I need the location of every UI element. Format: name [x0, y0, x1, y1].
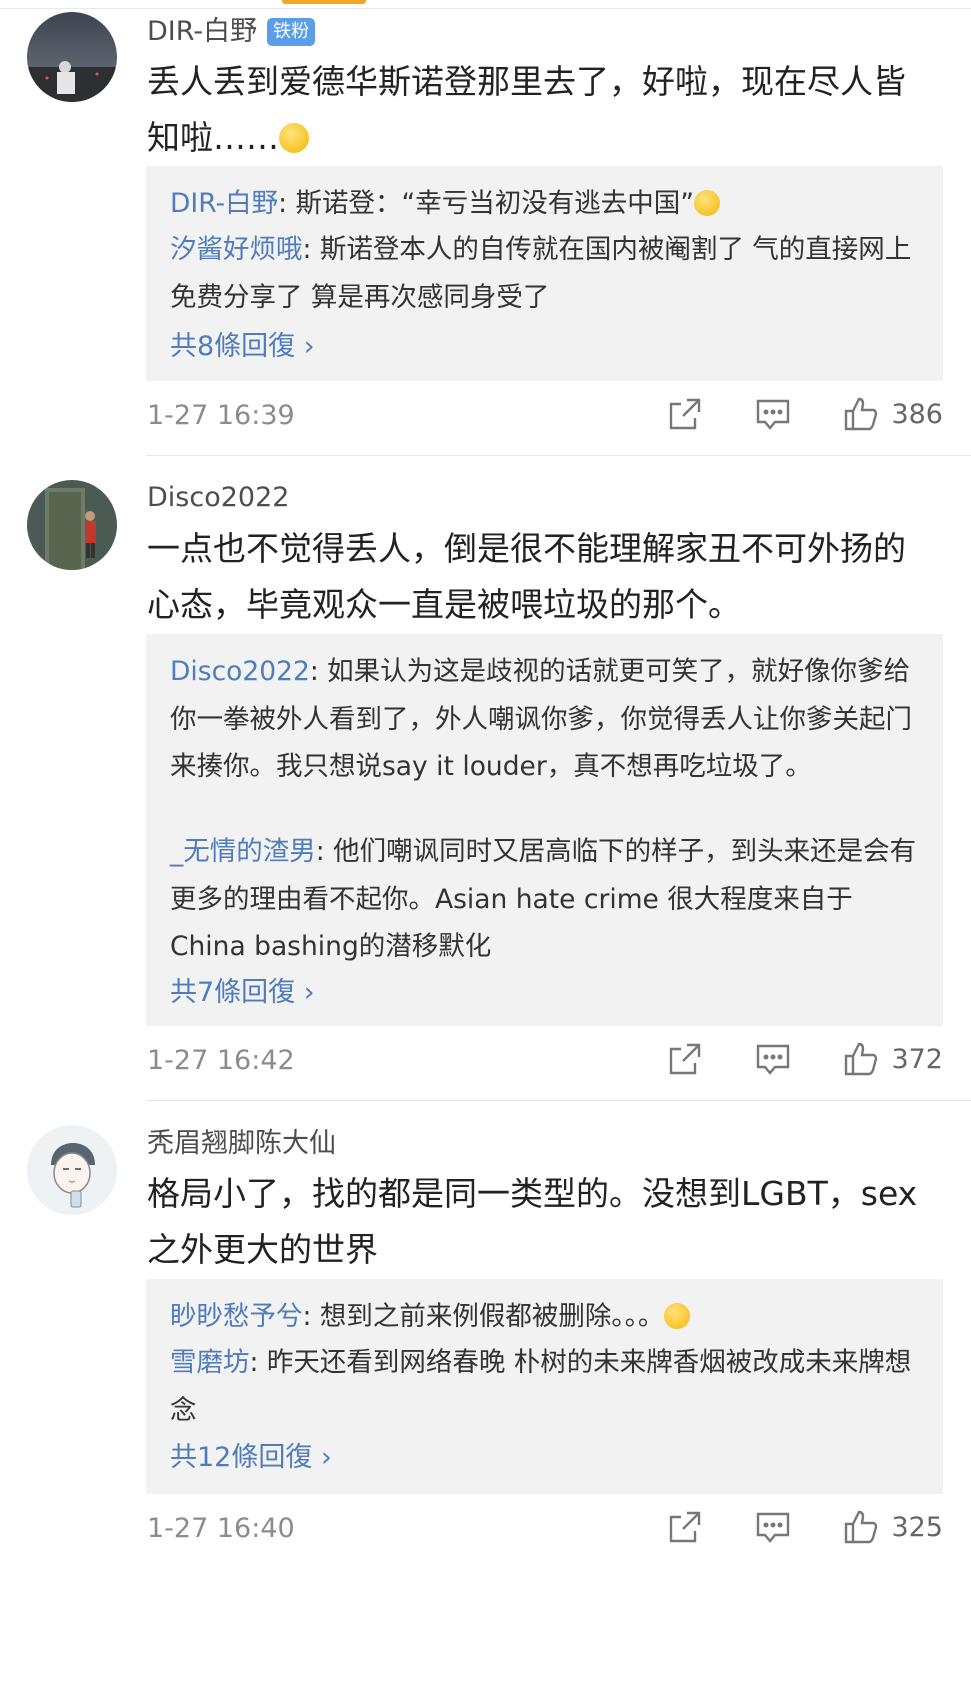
- reply-text: 斯诺登：“幸亏当初没有逃去中国”: [295, 188, 694, 219]
- reply-preview-box[interactable]: Disco2022: 如果认为这是歧视的话就更可笑了，就好像你爹给你一拳被外人看…: [146, 634, 943, 1026]
- reply-text: 昨天还看到网络春晚 朴树的未来牌香烟被改成未来牌想念: [170, 1347, 912, 1426]
- comment-body: 一点也不觉得丢人，倒是很不能理解家丑不可外扬的心态，毕竟观众一直是被喂垃圾的那个…: [147, 529, 906, 624]
- reply-text: 想到之前来例假都被删除。。。: [319, 1301, 665, 1332]
- more-replies-link[interactable]: 共8條回復 ›: [170, 324, 315, 363]
- timestamp: 1-27 16:40: [147, 1513, 295, 1544]
- share-icon[interactable]: [667, 1509, 703, 1545]
- share-icon[interactable]: [667, 1041, 703, 1077]
- top-divider: [0, 8, 971, 9]
- reply-item: 雪磨坊: 昨天还看到网络春晚 朴树的未来牌香烟被改成未来牌想念: [170, 1339, 922, 1434]
- thumbs-up-icon[interactable]: [843, 1041, 879, 1077]
- avatar[interactable]: [27, 12, 117, 102]
- thumbs-up-icon[interactable]: [843, 396, 879, 432]
- more-replies-link[interactable]: 共12條回復 ›: [170, 1435, 332, 1474]
- thumbs-up-icon[interactable]: [843, 1509, 879, 1545]
- like-count: 372: [891, 1043, 943, 1075]
- reply-username[interactable]: _无情的渣男: [170, 836, 316, 867]
- top-accent-bar: [282, 0, 366, 4]
- username-text[interactable]: Disco2022: [147, 482, 289, 513]
- share-icon[interactable]: [667, 396, 703, 432]
- avatar[interactable]: [27, 480, 117, 570]
- comment-divider: [146, 1100, 971, 1101]
- reply-item: 眇眇愁予兮: 想到之前来例假都被删除。。。: [170, 1293, 922, 1341]
- comment-username[interactable]: 秃眉翘脚陈大仙: [147, 1126, 336, 1162]
- reply-separator: :: [309, 656, 328, 687]
- reply-username[interactable]: 眇眇愁予兮: [170, 1301, 303, 1332]
- reply-item: DIR-白野: 斯诺登：“幸亏当初没有逃去中国”: [170, 180, 922, 228]
- like-count: 325: [891, 1511, 943, 1543]
- reply-separator: :: [302, 1301, 320, 1332]
- laugh-cry-emoji-icon: [664, 1303, 691, 1329]
- comment-text: 丢人丢到爱德华斯诺登那里去了，好啦，现在尽人皆知啦……: [147, 54, 922, 166]
- timestamp: 1-27 16:39: [147, 400, 295, 431]
- comment-text: 格局小了，找的都是同一类型的。没想到LGBT，sex之外更大的世界: [147, 1166, 922, 1278]
- reply-username[interactable]: DIR-白野: [170, 188, 278, 219]
- reply-item: _无情的渣男: 他们嘲讽同时又居高临下的样子，到头来还是会有更多的理由看不起你。…: [170, 828, 922, 971]
- comment-actions: 372: [667, 1041, 943, 1077]
- comment-icon[interactable]: [755, 1509, 791, 1545]
- reply-separator: :: [302, 234, 320, 265]
- reply-preview-box[interactable]: DIR-白野: 斯诺登：“幸亏当初没有逃去中国” 汐酱好烦哦: 斯诺登本人的自传…: [146, 166, 943, 381]
- reply-preview-box[interactable]: 眇眇愁予兮: 想到之前来例假都被删除。。。 雪磨坊: 昨天还看到网络春晚 朴树的…: [146, 1279, 943, 1494]
- doge-emoji-icon: [693, 190, 720, 216]
- reply-username[interactable]: 雪磨坊: [170, 1347, 250, 1378]
- reply-item: Disco2022: 如果认为这是歧视的话就更可笑了，就好像你爹给你一拳被外人看…: [170, 648, 922, 791]
- avatar[interactable]: [27, 1125, 117, 1215]
- comment-body: 格局小了，找的都是同一类型的。没想到LGBT，sex之外更大的世界: [147, 1174, 918, 1269]
- more-replies-link[interactable]: 共7條回復 ›: [170, 970, 315, 1009]
- comment-username[interactable]: DIR-白野 铁粉: [147, 14, 316, 50]
- timestamp: 1-27 16:42: [147, 1045, 295, 1076]
- sweat-emoji-icon: [279, 123, 309, 153]
- reply-separator: :: [249, 1347, 267, 1378]
- comment-actions: 325: [667, 1509, 943, 1545]
- fan-badge: 铁粉: [267, 18, 316, 46]
- comment-body: 丢人丢到爱德华斯诺登那里去了，好啦，现在尽人皆知啦……: [147, 62, 906, 157]
- comment-icon[interactable]: [755, 1041, 791, 1077]
- username-text[interactable]: DIR-白野: [147, 16, 257, 47]
- comment-icon[interactable]: [755, 396, 791, 432]
- reply-separator: :: [278, 188, 296, 219]
- reply-item: 汐酱好烦哦: 斯诺登本人的自传就在国内被阉割了 气的直接网上免费分享了 算是再次…: [170, 226, 922, 321]
- comment-text: 一点也不觉得丢人，倒是很不能理解家丑不可外扬的心态，毕竟观众一直是被喂垃圾的那个…: [147, 521, 922, 633]
- comment-actions: 386: [667, 396, 943, 432]
- reply-username[interactable]: 汐酱好烦哦: [170, 234, 303, 265]
- reply-separator: :: [315, 836, 334, 867]
- like-count: 386: [891, 398, 943, 430]
- comment-username[interactable]: Disco2022: [147, 480, 289, 516]
- username-text[interactable]: 秃眉翘脚陈大仙: [147, 1128, 336, 1159]
- reply-username[interactable]: Disco2022: [170, 656, 310, 687]
- comment-divider: [146, 455, 971, 456]
